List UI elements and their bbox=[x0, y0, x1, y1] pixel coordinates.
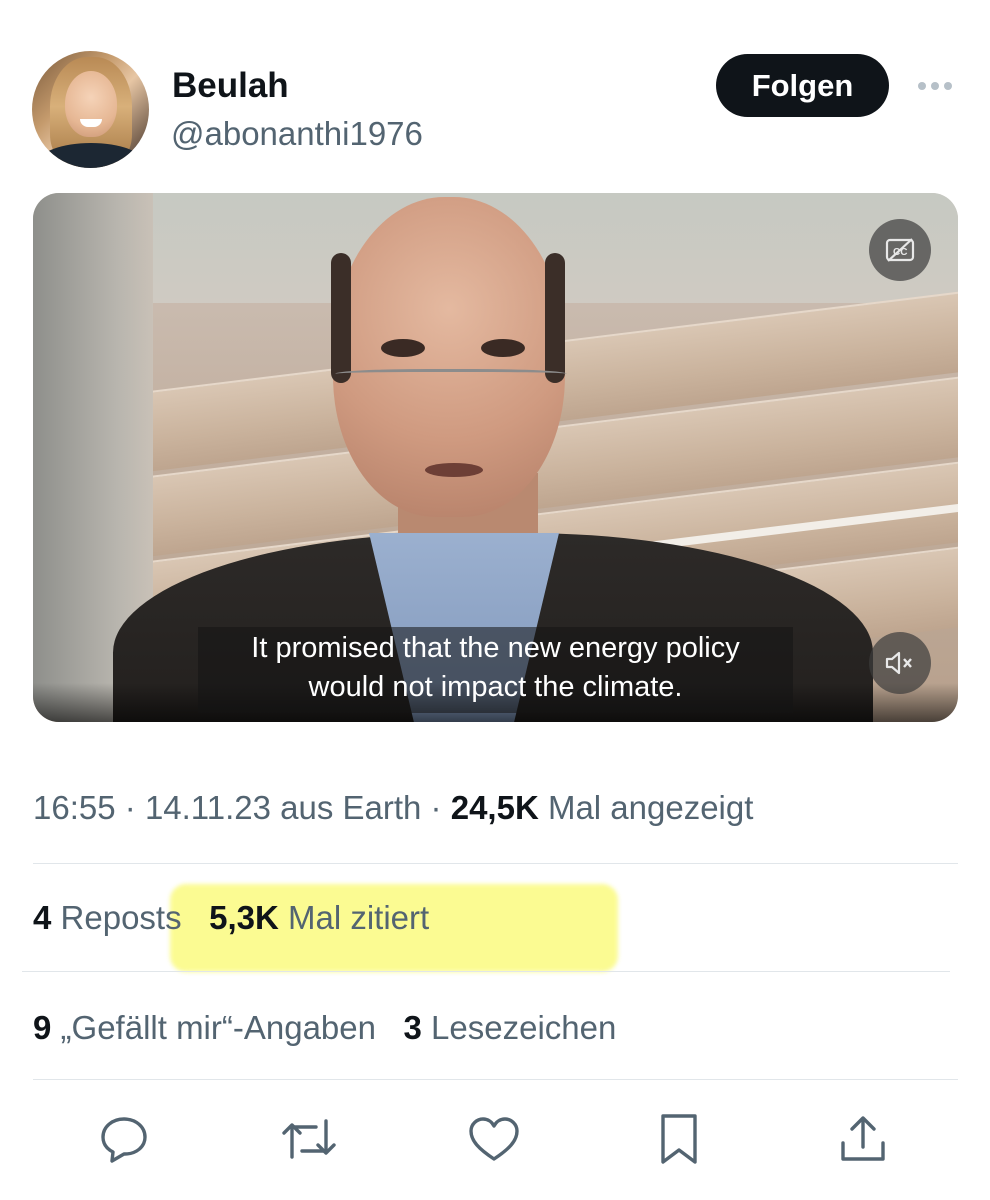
closed-captions-icon[interactable]: CC bbox=[869, 219, 931, 281]
video-subtitle: It promised that the new energy policy w… bbox=[33, 629, 958, 707]
bookmarks-stat[interactable]: 3 Lesezeichen bbox=[404, 1009, 617, 1046]
tweet-location: aus Earth bbox=[280, 789, 422, 826]
like-icon[interactable] bbox=[465, 1110, 523, 1168]
stats-row-likes: 9 „Gefällt mir“-Angaben 3 Lesezeichen bbox=[33, 1008, 616, 1048]
divider bbox=[22, 971, 950, 972]
bookmark-icon[interactable] bbox=[650, 1110, 708, 1168]
follow-button[interactable]: Folgen bbox=[716, 54, 889, 117]
stats-row-reposts: 4 Reposts 5,3K Mal zitiert bbox=[33, 898, 429, 938]
user-handle[interactable]: @abonanthi1976 bbox=[171, 114, 423, 154]
display-name[interactable]: Beulah bbox=[172, 66, 289, 106]
views-label: Mal angezeigt bbox=[547, 789, 754, 826]
reposts-count: 4 bbox=[33, 899, 52, 936]
avatar[interactable] bbox=[32, 51, 149, 168]
likes-label: „Gefällt mir“-Angaben bbox=[60, 1009, 376, 1046]
quotes-stat[interactable]: 5,3K Mal zitiert bbox=[209, 899, 429, 936]
divider bbox=[33, 1079, 958, 1080]
reposts-stat[interactable]: 4 Reposts bbox=[33, 899, 191, 936]
subtitle-line-2: would not impact the climate. bbox=[308, 671, 683, 703]
tweet-meta: 16:55 · 14.11.23 aus Earth · 24,5K Mal a… bbox=[33, 788, 753, 828]
share-icon[interactable] bbox=[834, 1110, 892, 1168]
volume-muted-icon[interactable] bbox=[869, 632, 931, 694]
video-player[interactable]: It promised that the new energy policy w… bbox=[33, 193, 958, 722]
quotes-count: 5,3K bbox=[209, 899, 279, 936]
likes-count: 9 bbox=[33, 1009, 52, 1046]
tweet-date[interactable]: 14.11.23 bbox=[145, 789, 271, 826]
tweet-time[interactable]: 16:55 bbox=[33, 789, 116, 826]
subtitle-line-1: It promised that the new energy policy bbox=[251, 632, 740, 664]
bookmarks-count: 3 bbox=[403, 1009, 422, 1046]
divider bbox=[33, 863, 958, 864]
bookmarks-label: Lesezeichen bbox=[431, 1009, 617, 1046]
likes-stat[interactable]: 9 „Gefällt mir“-Angaben bbox=[33, 1009, 385, 1046]
meta-separator: · bbox=[430, 789, 442, 826]
views-count: 24,5K bbox=[450, 789, 539, 826]
reposts-label: Reposts bbox=[60, 899, 182, 936]
repost-icon[interactable] bbox=[280, 1110, 338, 1168]
meta-separator: · bbox=[124, 789, 136, 826]
reply-icon[interactable] bbox=[95, 1110, 153, 1168]
more-options-icon[interactable] bbox=[912, 72, 958, 100]
quotes-label: Mal zitiert bbox=[288, 899, 430, 936]
